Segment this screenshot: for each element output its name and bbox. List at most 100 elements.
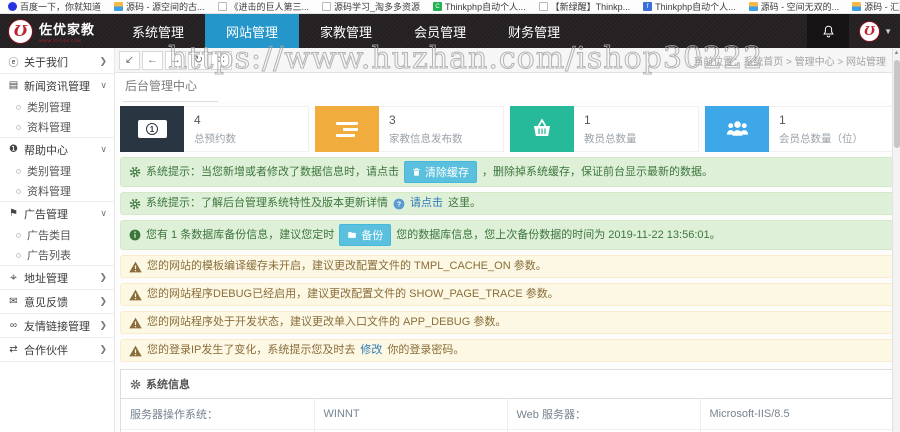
bookmark-label: Thinkphp自动个人... [655,2,736,12]
sidebar-subitem-news-data[interactable]: 资料管理 [0,117,114,137]
fullscreen-button[interactable]: ∷ [211,50,232,70]
sidebar-item-help[interactable]: 帮助中心 ∨ [0,138,114,161]
sidebar-subitem-help-data[interactable]: 资料管理 [0,181,114,201]
back-button[interactable]: ← [142,50,163,70]
system-info-table: 服务器操作系统： WINNT Web 服务器： Microsoft-IIS/8.… [121,399,893,432]
bullet-icon [16,168,21,174]
menu-tutor[interactable]: 家教管理 [299,14,393,48]
help-icon [7,144,20,155]
stat-card-tutor-posts: 3 家教信息发布数 [315,106,504,152]
alert-text: 您的数据库信息，您上次备份数据的时间为 2019-11-22 13:56:01。 [396,228,721,241]
sidebar-item-links[interactable]: 友情链接管理 ❯ [0,314,114,337]
green-favicon-icon [433,2,443,11]
bookmark-item[interactable]: 《进击的巨人第三... [217,0,309,13]
menu-website[interactable]: 网站管理 [205,14,300,48]
alert-clear-cache: 系统提示：当您新增或者修改了数据信息时，请点击 清除缓存 ，删除掉系统缓存，保证… [120,157,894,187]
alert-text: 这里。 [448,197,481,209]
backup-button[interactable]: 备份 [339,224,392,246]
scrollbar-thumb[interactable] [894,60,900,148]
alert-app-debug: 您的网站程序处于开发状态，建议更改单入口文件的 APP_DEBUG 参数。 [120,311,894,334]
sidebar-item-about[interactable]: 关于我们 ❯ [0,50,114,73]
scroll-up-icon[interactable]: ▲ [893,48,900,58]
sidebar-item-feedback[interactable]: 意见反馈 ❯ [0,290,114,313]
bullet-icon [16,232,21,238]
warning-triangle-icon [129,317,142,329]
bookmark-item[interactable]: Thinkphp自动个人... [643,0,736,13]
brand[interactable]: Ʊ 佐优家教 WWW.ZYJI14.COM [0,14,105,48]
sidebar-subitem-ad-list[interactable]: 广告列表 [0,245,114,265]
user-avatar[interactable]: Ʊ [859,20,881,42]
gear-icon [129,198,141,210]
money-bill-icon: 1 [120,106,184,152]
breadcrumb: 当前位置：系统首页 > 管理中心 > 网站管理 [693,56,886,68]
bookmark-item[interactable]: 百度一下，你就知道 [8,0,101,13]
source-favicon-icon [748,2,758,11]
stat-label: 会员总数量（位） [779,133,863,145]
menu-member[interactable]: 会员管理 [393,14,487,48]
location-pin-icon [7,270,20,285]
bookmark-item[interactable]: Thinkphp自动个人... [433,0,526,13]
alert-debug-trace: 您的网站程序DEBUG已经启用，建议更改配置文件的 SHOW_PAGE_TRAC… [120,283,894,306]
sidebar-subitem-help-category[interactable]: 类别管理 [0,161,114,181]
list-icon [315,106,379,152]
stat-card-members: 1 会员总数量（位） [705,106,894,152]
sidebar-item-partners[interactable]: 合作伙伴 ❯ [0,338,114,361]
bookmark-item[interactable]: 【新绿醒】Thinkp... [538,0,630,13]
warning-triangle-icon [129,261,142,273]
bookmark-label: 源码 - 空间无双的... [760,2,840,12]
chevron-down-icon[interactable]: ▼ [884,27,892,36]
chevron-down-icon: ∨ [100,144,107,154]
sidebar-item-news[interactable]: 新闻资讯管理 ∨ [0,74,114,97]
info-label: 服务器操作系统： [121,399,315,430]
info-value: Microsoft-IIS/8.5 [700,399,893,430]
brand-name: 佐优家教 [39,23,96,38]
panel-title: 系统信息 [146,379,190,391]
svg-text:?: ? [397,199,401,208]
stat-card-teachers: 1 教员总数量 [510,106,699,152]
browser-bookmarks-bar: 百度一下，你就知道 源码 - 源空间的古... 《进击的巨人第三... 源码学习… [0,0,900,14]
bookmark-item[interactable]: 源码 - 汇聚小城的... [852,0,900,13]
stat-label: 家教信息发布数 [389,133,463,145]
warning-triangle-icon [129,289,142,301]
sidebar-subitem-news-category[interactable]: 类别管理 [0,97,114,117]
bullet-icon [16,124,21,130]
stat-card-bookings: 1 4 总预约数 [120,106,309,152]
forward-button[interactable]: → [165,50,186,70]
resize-button[interactable]: ↙ [119,50,140,70]
alert-text: 您的网站程序DEBUG已经启用，建议更改配置文件的 SHOW_PAGE_TRAC… [147,288,559,300]
tab-admin-center[interactable]: 后台管理中心 [123,71,218,102]
stat-value: 3 [389,113,396,127]
main-content: ↙ ← → ↻ ∷ 当前位置：系统首页 > 管理中心 > 网站管理 后台管理中心… [115,48,900,432]
menu-system[interactable]: 系统管理 [111,14,205,48]
sidebar-subitem-ad-category[interactable]: 广告类目 [0,225,114,245]
system-info-panel: 系统信息 服务器操作系统： WINNT Web 服务器： Microsoft-I… [120,369,894,432]
gear-icon [129,166,141,178]
alert-text: 系统提示：了解后台管理系统特性及版本更新详情 [146,197,388,209]
sidebar-item-address[interactable]: 地址管理 ❯ [0,266,114,289]
bookmark-item[interactable]: 源码 - 源空间的古... [114,0,205,13]
click-here-link[interactable]: 请点击 [410,196,443,211]
stat-value: 1 [584,113,591,127]
chevron-right-icon: ❯ [99,272,107,282]
modify-password-link[interactable]: 修改 [360,343,382,358]
scrollbar[interactable]: ▲ [892,48,900,432]
sidebar-item-ads[interactable]: 广告管理 ∨ [0,202,114,225]
bookmark-label: 源码学习_淘多多资源 [334,2,421,12]
bookmark-label: Thinkphp自动个人... [445,2,526,12]
clear-cache-button[interactable]: 清除缓存 [404,161,477,183]
bullet-icon [16,188,21,194]
brand-url: WWW.ZYJI14.COM [39,38,82,43]
bookmark-item[interactable]: 源码 - 空间无双的... [748,0,840,13]
refresh-button[interactable]: ↻ [188,50,209,70]
exchange-icon [7,344,20,355]
users-icon [705,106,769,152]
menu-finance[interactable]: 财务管理 [487,14,581,48]
page-favicon-icon [322,2,332,11]
tab-toolbar: ↙ ← → ↻ ∷ 当前位置：系统首页 > 管理中心 > 网站管理 [115,48,900,73]
notifications-button[interactable] [807,14,850,48]
bookmark-item[interactable]: 源码学习_淘多多资源 [322,0,420,13]
envelope-icon [7,296,20,307]
alert-text: 您的网站程序处于开发状态，建议更改单入口文件的 APP_DEBUG 参数。 [147,316,507,328]
alert-text: ，删除掉系统缓存，保证前台显示最新的数据。 [482,165,713,178]
blue-favicon-icon [643,2,653,11]
